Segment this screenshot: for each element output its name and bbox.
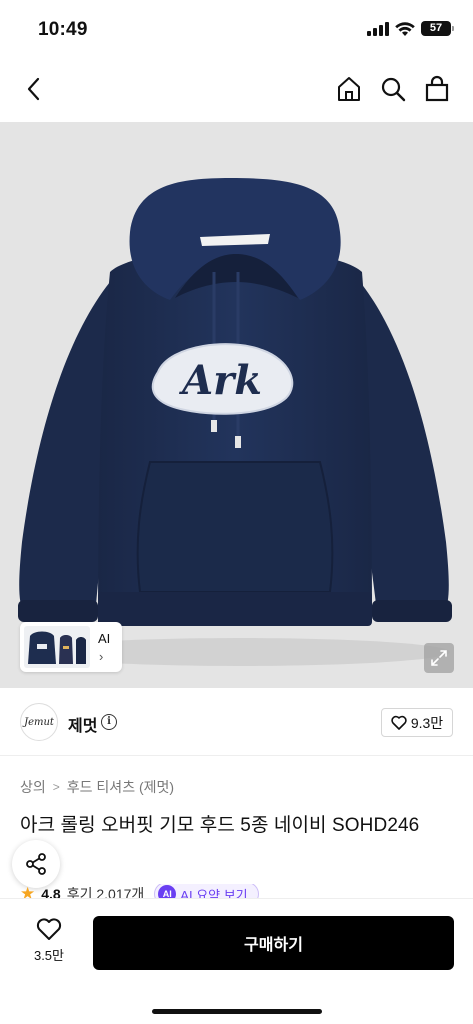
product-image[interactable]: Ark: [0, 122, 473, 688]
info-icon[interactable]: i: [101, 714, 117, 730]
expand-icon: [431, 650, 447, 666]
thumbnail-ai-label: AI: [98, 631, 111, 646]
breadcrumb-subcategory[interactable]: 후드 티셔츠 (제멋): [67, 777, 174, 797]
wishlist-button[interactable]: 3.5만: [18, 917, 80, 973]
brand-like-button[interactable]: 9.3만: [381, 708, 453, 737]
breadcrumb: 상의 > 후드 티셔츠 (제멋): [20, 777, 174, 797]
back-button[interactable]: [18, 73, 50, 105]
battery-nub: [452, 26, 454, 31]
brand-row: Jemut 제멋 i 9.3만: [0, 688, 473, 756]
expand-button[interactable]: [424, 643, 454, 673]
battery-indicator: 57: [421, 21, 451, 36]
brand-name[interactable]: 제멋: [68, 712, 97, 736]
shopping-bag-icon: [425, 75, 449, 102]
wifi-icon: [395, 22, 415, 36]
search-icon: [381, 77, 406, 102]
print-text: Ark: [178, 357, 262, 404]
heart-icon: [391, 715, 407, 730]
home-icon: [338, 77, 360, 101]
brand-logo[interactable]: Jemut: [20, 703, 58, 741]
share-button[interactable]: [12, 840, 60, 888]
home-indicator: [152, 1009, 322, 1014]
heart-icon: [36, 918, 62, 940]
product-title: 아크 롤링 오버핏 기모 후드 5종 네이비 SOHD246: [20, 815, 420, 836]
buy-button[interactable]: 구매하기: [93, 916, 454, 970]
search-button[interactable]: [377, 73, 409, 105]
cellular-signal-icon: [367, 22, 389, 36]
chevron-left-icon: [27, 77, 40, 101]
share-icon: [26, 853, 46, 875]
hoodie-photo: Ark: [18, 178, 452, 666]
top-navigation: [0, 60, 473, 122]
status-bar: 10:49 57: [0, 0, 473, 60]
chevron-right-icon: ›: [99, 649, 104, 664]
breadcrumb-separator: >: [52, 780, 60, 794]
breadcrumb-category[interactable]: 상의: [20, 777, 46, 797]
thumbnail-image: [24, 626, 90, 668]
wishlist-count: 3.5만: [33, 948, 65, 963]
home-button[interactable]: [333, 73, 365, 105]
brand-like-count: 9.3만: [410, 714, 444, 731]
cart-button[interactable]: [421, 73, 453, 105]
ai-thumbnail-card[interactable]: AI ›: [20, 622, 122, 672]
status-time: 10:49: [38, 19, 88, 40]
bottom-action-bar: 3.5만 구매하기: [0, 898, 473, 1024]
